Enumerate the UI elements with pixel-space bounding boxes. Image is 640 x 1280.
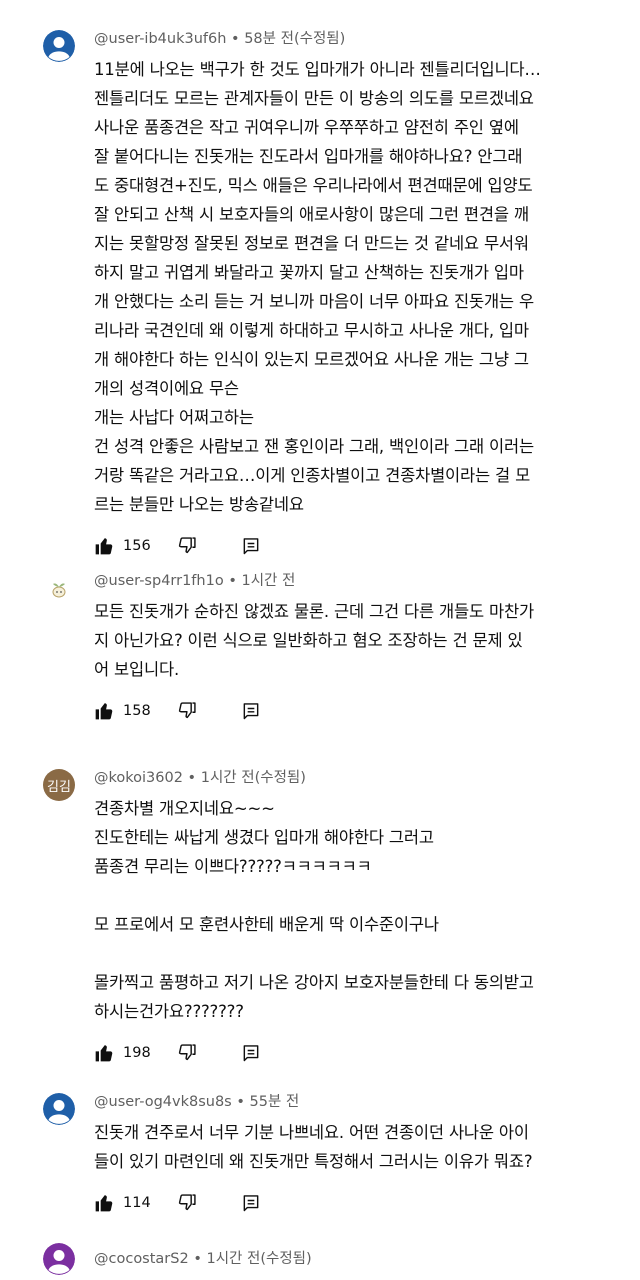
comment-line: [94, 939, 640, 968]
comment-actions: 114: [94, 1188, 640, 1218]
comment-author[interactable]: @user-ib4uk3uf6h: [94, 31, 226, 47]
comment-time[interactable]: 1시간 전(수정됨): [201, 770, 306, 786]
thumbs-up-icon: [95, 1045, 113, 1062]
comment-line: 건 성격 안좋은 사람보고 잰 홍인이라 그래, 백인이라 그래 이러는: [94, 437, 534, 456]
comment-author[interactable]: @cocostarS2: [94, 1251, 189, 1267]
comment-line: 들이 있기 마련인데 왜 진돗개만 특정해서 그러시는 이유가 뭐죠?: [94, 1152, 533, 1171]
dislike-button[interactable]: [177, 1193, 197, 1213]
like-count: 198: [123, 1045, 151, 1061]
reply-icon: [243, 703, 259, 720]
separator: •: [193, 1251, 202, 1267]
dislike-button[interactable]: [177, 536, 197, 556]
thumbs-down-icon: [178, 537, 196, 554]
comment-line: 하시는건가요???????: [94, 1002, 244, 1021]
comment: @user-og4vk8su8s • 55분 전 진돗개 견주로서 너무 기분 …: [0, 1092, 640, 1218]
comment-meta: @user-og4vk8su8s • 55분 전: [94, 1092, 640, 1112]
reply-button[interactable]: [241, 701, 261, 721]
comment-line: 개 해야한다 하는 인식이 있는지 모르겠어요 사나운 개는 그냥 그: [94, 350, 529, 369]
comment-meta: @user-ib4uk3uf6h • 58분 전(수정됨): [94, 29, 640, 49]
comment-line: [94, 881, 640, 910]
reply-button[interactable]: [241, 1043, 261, 1063]
thumbs-up-icon: [95, 538, 113, 555]
separator: •: [228, 573, 237, 589]
thumbs-up-icon: [95, 1195, 113, 1212]
comment: @cocostarS2 • 1시간 전(수정됨): [0, 1243, 640, 1275]
comment-text: 진돗개 견주로서 너무 기분 나쁘네요. 어떤 견종이던 사나운 아이 들이 있…: [94, 1118, 640, 1176]
avatar[interactable]: 김김: [43, 769, 75, 801]
comment-meta: @kokoi3602 • 1시간 전(수정됨): [94, 768, 640, 788]
comment-line: 모 프로에서 모 훈련사한테 배운게 딱 이수준이구나: [94, 915, 439, 934]
comment-line: 잘 안되고 산책 시 보호자들의 애로사항이 많은데 그런 편견을 깨: [94, 205, 529, 224]
comment-line: 진도한테는 싸납게 생겼다 입마개 해야한다 그러고: [94, 828, 434, 847]
comment-line: 지는 못할망정 잘못된 정보로 편견을 더 만드는 것 같네요 무서워: [94, 234, 529, 253]
like-button[interactable]: 114: [94, 1193, 163, 1213]
avatar-initials: 김김: [47, 779, 71, 795]
comment-line: 어 보입니다.: [94, 660, 179, 679]
reply-button[interactable]: [241, 1193, 261, 1213]
comment-line: 거랑 똑같은 거라고요…이게 인종차별이고 견종차별이라는 걸 모: [94, 466, 531, 485]
comment-line: 품종견 무리는 이쁘다?????ㅋㅋㅋㅋㅋㅋ: [94, 857, 372, 876]
comment-line: 하지 말고 귀엽게 봐달라고 꽃까지 달고 산책하는 진돗개가 입마: [94, 263, 524, 282]
comment: @user-ib4uk3uf6h • 58분 전(수정됨) 11분에 나오는 백…: [0, 29, 640, 561]
thumbs-down-icon: [178, 1044, 196, 1061]
comment-meta: @cocostarS2 • 1시간 전(수정됨): [94, 1249, 640, 1269]
comment-actions: 156: [94, 531, 640, 561]
comment-actions: 198: [94, 1038, 640, 1068]
comment-author[interactable]: @kokoi3602: [94, 770, 183, 786]
comment-time[interactable]: 58분 전(수정됨): [244, 31, 345, 47]
comment-time[interactable]: 55분 전: [250, 1094, 300, 1110]
like-count: 114: [123, 1195, 151, 1211]
comment-line: 11분에 나오는 백구가 한 것도 입마개가 아니라 젠틀리더입니다…: [94, 60, 541, 79]
comment-meta: @user-sp4rr1fh1o • 1시간 전: [94, 571, 640, 591]
comment-line: 젠틀리더도 모르는 관계자들이 만든 이 방송의 의도를 모르겠네요: [94, 89, 534, 108]
separator: •: [236, 1094, 245, 1110]
comment-author[interactable]: @user-sp4rr1fh1o: [94, 573, 224, 589]
like-button[interactable]: 198: [94, 1043, 163, 1063]
comment-line: 르는 분들만 나오는 방송같네요: [94, 495, 304, 514]
like-button[interactable]: 156: [94, 536, 163, 556]
comment-text: 모든 진돗개가 순하진 않겠죠 물론. 근데 그건 다른 개들도 마찬가 지 아…: [94, 597, 640, 684]
thumbs-down-icon: [178, 1194, 196, 1211]
comment-line: 리나라 국견인데 왜 이렇게 하대하고 무시하고 사나운 개다, 입마: [94, 321, 529, 340]
default-avatar-icon[interactable]: [43, 1093, 75, 1125]
comment-line: 몰카찍고 품평하고 저기 나온 강아지 보호자분들한테 다 동의받고: [94, 973, 534, 992]
comment-text: 11분에 나오는 백구가 한 것도 입마개가 아니라 젠틀리더입니다… 젠틀리더…: [94, 55, 640, 519]
default-avatar-icon[interactable]: [43, 1243, 75, 1275]
like-button[interactable]: 158: [94, 701, 163, 721]
dislike-button[interactable]: [177, 701, 197, 721]
comment-line: 사나운 품종견은 작고 귀여우니까 우쭈쭈하고 얌전히 주인 옆에: [94, 118, 519, 137]
reply-icon: [243, 1195, 259, 1212]
comment-actions: 158: [94, 696, 640, 726]
comment-line: 개 안했다는 소리 듣는 거 보니까 마음이 너무 아파요 진돗개는 우: [94, 292, 534, 311]
comment-line: 모든 진돗개가 순하진 않겠죠 물론. 근데 그건 다른 개들도 마찬가: [94, 602, 534, 621]
comment: 김김 @kokoi3602 • 1시간 전(수정됨) 견종차별 개오지네요~~~…: [0, 768, 640, 1068]
separator: •: [187, 770, 197, 786]
comment-line: 진돗개 견주로서 너무 기분 나쁘네요. 어떤 견종이던 사나운 아이: [94, 1123, 529, 1142]
comment-line: 개는 사납다 어쩌고하는: [94, 408, 254, 427]
comment-time[interactable]: 1시간 전(수정됨): [206, 1251, 311, 1267]
reply-icon: [243, 1045, 259, 1062]
like-count: 156: [123, 538, 151, 554]
comment-author[interactable]: @user-og4vk8su8s: [94, 1094, 232, 1110]
sprout-avatar-icon[interactable]: [43, 572, 75, 604]
reply-icon: [243, 538, 259, 555]
like-count: 158: [123, 703, 151, 719]
comment-text: 견종차별 개오지네요~~~ 진도한테는 싸납게 생겼다 입마개 해야한다 그러고…: [94, 794, 640, 1026]
separator: •: [231, 31, 240, 47]
thumbs-down-icon: [178, 702, 196, 719]
comment-time[interactable]: 1시간 전: [241, 573, 295, 589]
comment-line: 도 중대형견+진도, 믹스 애들은 우리나라에서 편견때문에 입양도: [94, 176, 533, 195]
default-avatar-icon[interactable]: [43, 30, 75, 62]
thumbs-up-icon: [95, 703, 113, 720]
comment-line: 지 아닌가요? 이런 식으로 일반화하고 혐오 조장하는 건 문제 있: [94, 631, 523, 650]
reply-button[interactable]: [241, 536, 261, 556]
comment-line: 잘 붙어다니는 진돗개는 진도라서 입마개를 해야하나요? 안그래: [94, 147, 523, 166]
comment-line: 개의 성격이에요 무슨: [94, 379, 239, 398]
dislike-button[interactable]: [177, 1043, 197, 1063]
comment-line: 견종차별 개오지네요~~~: [94, 799, 275, 818]
comment: @user-sp4rr1fh1o • 1시간 전 모든 진돗개가 순하진 않겠죠…: [0, 571, 640, 726]
